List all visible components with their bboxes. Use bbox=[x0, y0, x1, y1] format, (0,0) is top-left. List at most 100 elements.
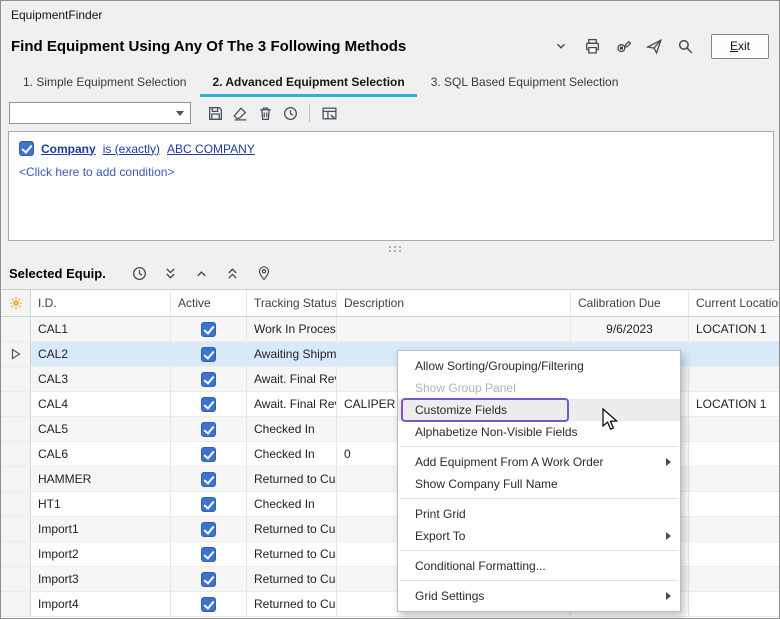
window-title: EquipmentFinder bbox=[11, 8, 102, 22]
cell-current-location bbox=[689, 567, 780, 591]
exit-button-label: Exit bbox=[718, 39, 762, 53]
active-checkbox[interactable] bbox=[201, 597, 216, 612]
row-indicator bbox=[1, 392, 31, 416]
table-row[interactable]: CAL1 Work In Process 9/6/2023 LOCATION 1 bbox=[1, 317, 780, 342]
grid-options-icon[interactable] bbox=[318, 102, 340, 124]
condition-field-link[interactable]: Company bbox=[41, 142, 96, 156]
cell-active bbox=[171, 442, 247, 466]
header: Find Equipment Using Any Of The 3 Follow… bbox=[1, 29, 779, 63]
condition-value-link[interactable]: ABC COMPANY bbox=[167, 142, 255, 156]
cell-current-location bbox=[689, 492, 780, 516]
saved-filter-combobox[interactable] bbox=[9, 102, 191, 124]
submenu-arrow-icon bbox=[666, 458, 671, 466]
column-header-description[interactable]: Description bbox=[337, 290, 571, 316]
cell-id: CAL3 bbox=[31, 367, 171, 391]
location-icon[interactable] bbox=[253, 262, 275, 284]
menu-item-customize-fields[interactable]: Customize Fields bbox=[398, 399, 680, 421]
tab-simple-equipment-selection[interactable]: 1. Simple Equipment Selection bbox=[11, 67, 198, 97]
active-checkbox[interactable] bbox=[201, 322, 216, 337]
menu-item-allow-sorting[interactable]: Allow Sorting/Grouping/Filtering bbox=[398, 355, 680, 377]
cell-active bbox=[171, 392, 247, 416]
search-icon[interactable] bbox=[674, 35, 696, 57]
filter-conditions-panel: Company is (exactly) ABC COMPANY <Click … bbox=[8, 131, 774, 241]
header-actions: Exit bbox=[550, 34, 769, 59]
submenu-arrow-icon bbox=[666, 532, 671, 540]
cell-tracking-status: Await. Final Review bbox=[247, 392, 337, 416]
page-title: Find Equipment Using Any Of The 3 Follow… bbox=[11, 38, 406, 55]
tab-advanced-equipment-selection[interactable]: 2. Advanced Equipment Selection bbox=[200, 67, 416, 97]
tab-sql-based-equipment-selection[interactable]: 3. SQL Based Equipment Selection bbox=[419, 67, 631, 97]
menu-item-show-company-full-name[interactable]: Show Company Full Name bbox=[398, 473, 680, 495]
active-checkbox[interactable] bbox=[201, 347, 216, 362]
active-checkbox[interactable] bbox=[201, 572, 216, 587]
print-icon[interactable] bbox=[581, 35, 603, 57]
tab-strip: 1. Simple Equipment Selection 2. Advance… bbox=[1, 63, 779, 97]
cell-id: Import2 bbox=[31, 542, 171, 566]
eraser-icon[interactable] bbox=[229, 102, 251, 124]
menu-separator bbox=[400, 550, 678, 551]
print-settings-icon[interactable] bbox=[612, 35, 634, 57]
active-checkbox[interactable] bbox=[201, 472, 216, 487]
cell-current-location bbox=[689, 367, 780, 391]
grid-context-menu: Allow Sorting/Grouping/Filtering Show Gr… bbox=[397, 350, 681, 612]
selected-equip-bar: Selected Equip. bbox=[1, 258, 779, 288]
selected-equip-label: Selected Equip. bbox=[9, 266, 106, 281]
cell-tracking-status: Checked In bbox=[247, 442, 337, 466]
add-condition-link[interactable]: <Click here to add condition> bbox=[19, 165, 174, 179]
history-icon[interactable] bbox=[279, 102, 301, 124]
cell-tracking-status: Returned to Customer bbox=[247, 517, 337, 541]
history-icon[interactable] bbox=[129, 262, 151, 284]
cell-calibration-due: 9/6/2023 bbox=[571, 317, 689, 341]
column-header-id[interactable]: I.D. bbox=[31, 290, 171, 316]
menu-item-label: Add Equipment From A Work Order bbox=[415, 455, 604, 469]
filter-toolbar bbox=[1, 97, 779, 129]
cell-tracking-status: Work In Process bbox=[247, 317, 337, 341]
move-up-icon[interactable] bbox=[191, 262, 213, 284]
menu-item-conditional-formatting[interactable]: Conditional Formatting... bbox=[398, 555, 680, 577]
cell-active bbox=[171, 342, 247, 366]
chevron-down-icon[interactable] bbox=[550, 35, 572, 57]
cell-current-location bbox=[689, 517, 780, 541]
column-header-calibration-due[interactable]: Calibration Due bbox=[571, 290, 689, 316]
column-header-active[interactable]: Active bbox=[171, 290, 247, 316]
customize-sun-icon[interactable] bbox=[1, 290, 31, 316]
menu-item-label: Export To bbox=[415, 529, 465, 543]
row-indicator bbox=[1, 317, 31, 341]
active-checkbox[interactable] bbox=[201, 447, 216, 462]
active-checkbox[interactable] bbox=[201, 372, 216, 387]
menu-item-alphabetize-non-visible-fields[interactable]: Alphabetize Non-Visible Fields bbox=[398, 421, 680, 443]
menu-item-export-to[interactable]: Export To bbox=[398, 525, 680, 547]
condition-checkbox[interactable] bbox=[19, 141, 34, 156]
cell-id: Import1 bbox=[31, 517, 171, 541]
cell-id: Import4 bbox=[31, 592, 171, 616]
active-checkbox[interactable] bbox=[201, 397, 216, 412]
save-icon[interactable] bbox=[204, 102, 226, 124]
active-checkbox[interactable] bbox=[201, 522, 216, 537]
cell-current-location: LOCATION 1 bbox=[689, 317, 780, 341]
active-checkbox[interactable] bbox=[201, 497, 216, 512]
send-icon[interactable] bbox=[643, 35, 665, 57]
cell-id: CAL6 bbox=[31, 442, 171, 466]
delete-icon[interactable] bbox=[254, 102, 276, 124]
cell-active bbox=[171, 517, 247, 541]
row-indicator-arrow-icon bbox=[1, 342, 31, 366]
menu-item-add-equipment-from-work-order[interactable]: Add Equipment From A Work Order bbox=[398, 451, 680, 473]
column-header-tracking-status[interactable]: Tracking Status bbox=[247, 290, 337, 316]
condition-operator-link[interactable]: is (exactly) bbox=[103, 142, 160, 156]
cell-current-location bbox=[689, 342, 780, 366]
move-to-bottom-icon[interactable] bbox=[160, 262, 182, 284]
cell-current-location bbox=[689, 467, 780, 491]
cell-current-location bbox=[689, 417, 780, 441]
splitter-grip-icon bbox=[389, 246, 391, 248]
cell-active bbox=[171, 417, 247, 441]
active-checkbox[interactable] bbox=[201, 422, 216, 437]
menu-item-print-grid[interactable]: Print Grid bbox=[398, 503, 680, 525]
column-header-current-location[interactable]: Current Location bbox=[689, 290, 780, 316]
filter-condition-row: Company is (exactly) ABC COMPANY bbox=[19, 141, 763, 156]
menu-item-grid-settings[interactable]: Grid Settings bbox=[398, 585, 680, 607]
splitter-handle[interactable] bbox=[1, 241, 779, 257]
move-to-top-icon[interactable] bbox=[222, 262, 244, 284]
submenu-arrow-icon bbox=[666, 592, 671, 600]
exit-button[interactable]: Exit bbox=[711, 34, 769, 59]
active-checkbox[interactable] bbox=[201, 547, 216, 562]
